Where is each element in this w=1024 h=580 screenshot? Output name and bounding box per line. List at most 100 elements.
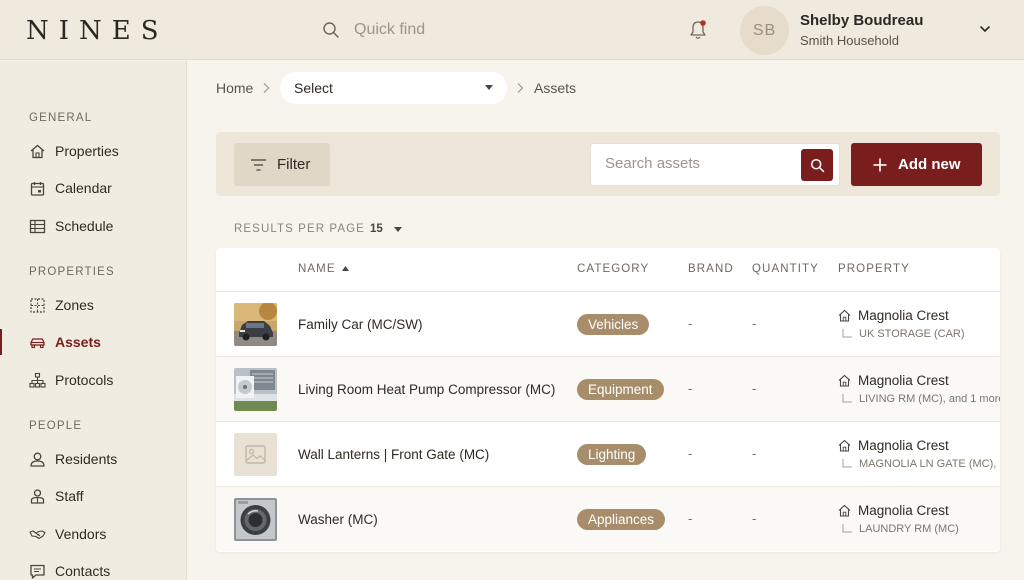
house-icon <box>838 309 851 322</box>
property-cell: Magnolia Crest <box>838 373 949 388</box>
property-name[interactable]: Magnolia Crest <box>858 503 949 518</box>
sidebar-item-label: Assets <box>55 334 101 350</box>
staff-icon <box>30 488 45 504</box>
location-label: LAUNDRY RM (MC) <box>859 523 959 535</box>
add-new-button[interactable]: Add new <box>851 143 982 186</box>
sidebar-item-calendar[interactable]: Calendar <box>0 172 186 204</box>
column-header-category[interactable]: CATEGORY <box>577 263 649 275</box>
quick-find-input[interactable] <box>354 21 554 39</box>
filter-button[interactable]: Filter <box>234 143 330 186</box>
hierarchy-icon <box>29 372 46 388</box>
zones-icon <box>30 297 45 313</box>
notification-dot <box>700 20 706 26</box>
property-select[interactable]: Select <box>280 72 507 104</box>
column-header-quantity[interactable]: QUANTITY <box>752 263 819 275</box>
house-icon <box>838 504 851 517</box>
filter-label: Filter <box>277 156 311 173</box>
sidebar-item-properties[interactable]: Properties <box>0 135 186 167</box>
user-name[interactable]: Shelby Boudreau <box>800 12 923 29</box>
brand-value: - <box>688 446 693 461</box>
results-per-page-select[interactable]: 15 <box>370 223 383 235</box>
sidebar-item-label: Zones <box>55 297 94 313</box>
asset-name[interactable]: Living Room Heat Pump Compressor (MC) <box>298 382 555 397</box>
search-icon <box>810 158 824 172</box>
column-header-name[interactable]: NAME <box>298 263 349 275</box>
sidebar-section-properties: PROPERTIES <box>29 266 115 278</box>
table-row[interactable]: Family Car (MC/SW) Vehicles - - Magnolia… <box>216 291 1000 356</box>
sidebar-item-label: Residents <box>55 451 118 467</box>
caret-down-icon[interactable] <box>394 227 402 232</box>
location-label: UK STORAGE (CAR) <box>859 328 965 340</box>
plus-icon <box>873 158 887 171</box>
chat-icon <box>30 564 45 579</box>
sidebar-item-label: Calendar <box>55 180 112 196</box>
search-button[interactable] <box>801 149 833 181</box>
sidebar-item-schedule[interactable]: Schedule <box>0 210 186 242</box>
sidebar-item-assets[interactable]: Assets <box>0 326 186 358</box>
filter-icon <box>251 158 266 171</box>
brand-value: - <box>688 511 693 526</box>
search-assets[interactable] <box>590 143 840 186</box>
category-badge: Equipment <box>577 379 664 400</box>
calendar-icon <box>30 181 45 196</box>
column-header-property[interactable]: PROPERTY <box>838 263 910 275</box>
property-location: MAGNOLIA LN GATE (MC), and 1 more <box>842 458 1000 470</box>
sidebar-item-label: Properties <box>55 143 119 159</box>
location-label: MAGNOLIA LN GATE (MC), and 1 more <box>859 458 1000 470</box>
sidebar-section-people: PEOPLE <box>29 420 83 432</box>
assets-table: NAME CATEGORY BRAND QUANTITY PROPERTY Fa… <box>216 248 1000 552</box>
handshake-icon <box>29 529 46 539</box>
table-row[interactable]: Washer (MC) Appliances - - Magnolia Cres… <box>216 486 1000 551</box>
sidebar-item-vendors[interactable]: Vendors <box>0 518 186 550</box>
asset-name[interactable]: Family Car (MC/SW) <box>298 317 423 332</box>
chevron-right-icon <box>263 83 270 93</box>
quantity-value: - <box>752 381 757 396</box>
breadcrumb-home[interactable]: Home <box>216 80 253 96</box>
breadcrumb-current: Assets <box>534 80 577 96</box>
avatar[interactable]: SB <box>740 6 789 55</box>
quantity-value: - <box>752 511 757 526</box>
nines-logo[interactable]: NINES <box>26 16 169 46</box>
sidebar-item-contacts[interactable]: Contacts <box>0 555 186 580</box>
property-name[interactable]: Magnolia Crest <box>858 308 949 323</box>
category-badge: Appliances <box>577 509 666 530</box>
sidebar-item-staff[interactable]: Staff <box>0 480 186 512</box>
results-per-page-label: RESULTS PER PAGE <box>234 223 365 235</box>
house-icon <box>838 439 851 452</box>
brand-value: - <box>688 381 693 396</box>
house-icon <box>30 144 45 158</box>
property-select-value: Select <box>294 80 333 96</box>
category-badge: Vehicles <box>577 314 650 335</box>
property-cell: Magnolia Crest <box>838 308 949 323</box>
tree-branch-icon <box>842 394 852 403</box>
sidebar-item-label: Protocols <box>55 372 114 388</box>
sidebar-item-protocols[interactable]: Protocols <box>0 364 186 396</box>
property-name[interactable]: Magnolia Crest <box>858 373 949 388</box>
asset-name[interactable]: Wall Lanterns | Front Gate (MC) <box>298 447 489 462</box>
property-cell: Magnolia Crest <box>838 503 949 518</box>
tree-branch-icon <box>842 524 852 533</box>
person-icon <box>30 452 45 467</box>
asset-name[interactable]: Washer (MC) <box>298 512 378 527</box>
car-icon <box>30 337 45 348</box>
property-name[interactable]: Magnolia Crest <box>858 438 949 453</box>
tree-branch-icon <box>842 459 852 468</box>
search-assets-input[interactable] <box>605 155 795 172</box>
bell-icon[interactable] <box>688 19 708 41</box>
sidebar-item-zones[interactable]: Zones <box>0 289 186 321</box>
column-header-brand[interactable]: BRAND <box>688 263 734 275</box>
location-label: LIVING RM (MC), and 1 more <box>859 393 1000 405</box>
table-row[interactable]: Living Room Heat Pump Compressor (MC) Eq… <box>216 356 1000 421</box>
sidebar-item-residents[interactable]: Residents <box>0 443 186 475</box>
column-header-label: NAME <box>298 263 336 275</box>
table-row[interactable]: Wall Lanterns | Front Gate (MC) Lighting… <box>216 421 1000 486</box>
table-icon <box>29 219 46 233</box>
heat-pump-photo <box>234 368 277 411</box>
chevron-down-icon[interactable] <box>978 22 992 36</box>
quick-find[interactable] <box>322 17 554 43</box>
image-placeholder-icon <box>234 433 277 476</box>
top-header: NINES SB Shelby Boudreau Smith Household <box>0 0 1024 60</box>
washer-photo <box>234 498 277 541</box>
sidebar-item-label: Contacts <box>55 563 111 579</box>
sort-ascending-icon <box>341 266 349 272</box>
